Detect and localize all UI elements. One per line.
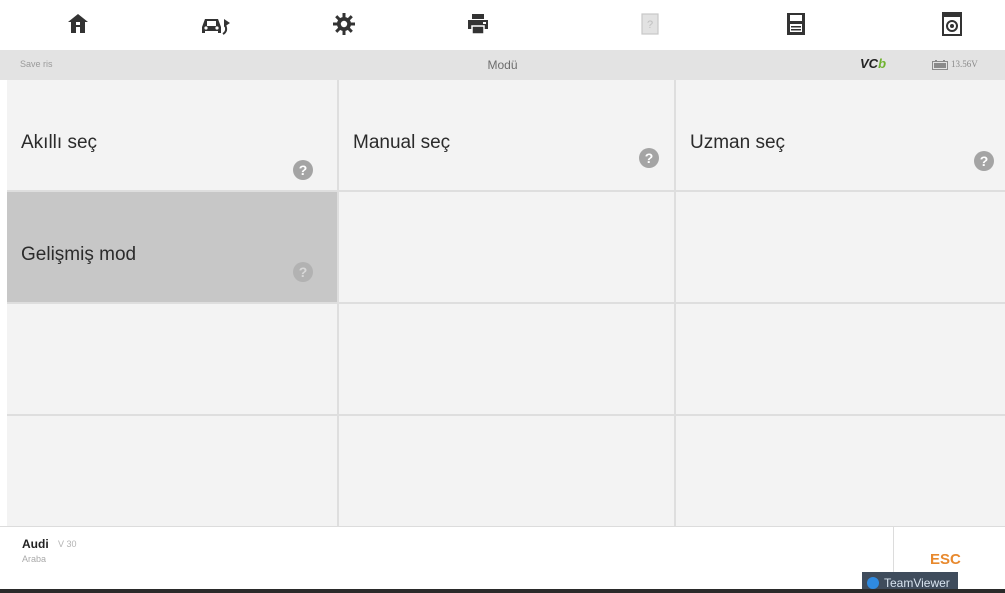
vehicle-model-info: V 30 bbox=[58, 539, 77, 549]
print-button[interactable] bbox=[460, 6, 496, 42]
question-icon[interactable]: ? bbox=[293, 262, 313, 282]
status-bar: Save ris Modü VCb 13.56V bbox=[0, 50, 1005, 80]
manual-select-tile[interactable]: Manual seç ? bbox=[339, 80, 674, 190]
save-button[interactable] bbox=[778, 6, 814, 42]
home-icon bbox=[68, 14, 88, 33]
empty-tile bbox=[339, 304, 674, 414]
empty-tile bbox=[676, 304, 1005, 414]
battery-icon bbox=[932, 60, 948, 70]
print-icon bbox=[468, 14, 488, 35]
vehicle-swap-button[interactable] bbox=[198, 6, 234, 42]
smart-select-tile[interactable]: Akıllı seç ? bbox=[7, 80, 337, 190]
screenshot-button[interactable] bbox=[934, 6, 970, 42]
vci-indicator: VCb bbox=[860, 56, 886, 71]
empty-tile bbox=[7, 304, 337, 414]
vehicle-make: Audi bbox=[22, 537, 49, 551]
tile-label: Manual seç bbox=[353, 132, 451, 153]
tile-label: Gelişmiş mod bbox=[21, 244, 137, 265]
question-icon[interactable]: ? bbox=[974, 151, 994, 171]
question-icon[interactable]: ? bbox=[639, 148, 659, 168]
vehicle-swap-icon bbox=[202, 19, 230, 35]
help-button[interactable]: ? bbox=[632, 6, 668, 42]
vehicle-type: Araba bbox=[22, 554, 47, 564]
advanced-mode-tile[interactable]: Gelişmiş mod ? bbox=[7, 192, 337, 302]
footer-bar: Audi V 30 Araba ESC TeamViewer bbox=[0, 526, 1005, 593]
empty-tile bbox=[339, 416, 674, 526]
settings-button[interactable] bbox=[326, 6, 362, 42]
gear-icon bbox=[333, 13, 355, 35]
battery-voltage: 13.56V bbox=[951, 59, 978, 69]
screenshot-icon bbox=[942, 12, 962, 36]
help-icon: ? bbox=[641, 13, 659, 35]
tile-label: Akıllı seç bbox=[21, 132, 98, 153]
question-icon[interactable]: ? bbox=[293, 160, 313, 180]
empty-tile bbox=[7, 416, 337, 526]
vci-label: VC bbox=[860, 56, 879, 71]
empty-tile bbox=[676, 416, 1005, 526]
vci-link-mark: b bbox=[878, 56, 887, 71]
page-title: Modü bbox=[487, 58, 518, 72]
esc-button[interactable]: ESC bbox=[930, 551, 961, 568]
function-grid: Akıllı seç ? Manual seç ? Uzman seç ? Ge… bbox=[7, 80, 1005, 526]
bottom-edge bbox=[0, 589, 1005, 593]
empty-tile bbox=[339, 192, 674, 302]
home-button[interactable] bbox=[60, 6, 96, 42]
empty-tile bbox=[676, 192, 1005, 302]
save-icon bbox=[787, 13, 805, 35]
tile-label: Uzman seç bbox=[690, 132, 786, 153]
svg-text:?: ? bbox=[647, 19, 653, 31]
top-toolbar: ? bbox=[0, 0, 1005, 48]
expert-select-tile[interactable]: Uzman seç ? bbox=[676, 80, 1005, 190]
